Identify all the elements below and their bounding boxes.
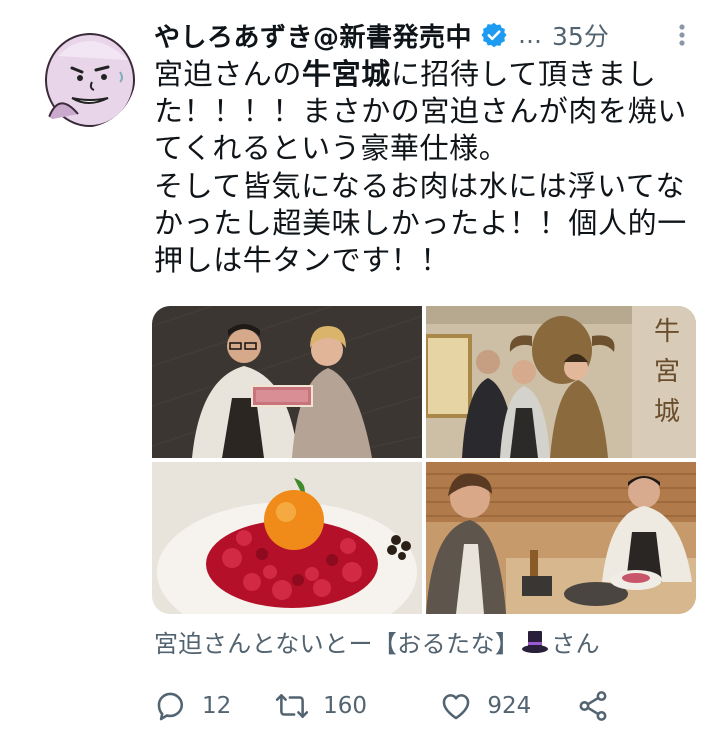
retweet-button[interactable]: 160 [275,689,439,723]
author-avatar[interactable] [28,20,136,128]
tweet-header: やしろあずき@新書発売中 … 35分 [154,12,694,58]
tweet-text-line: 押しは牛タンです！！ [154,243,451,278]
more-vertical-icon[interactable] [670,20,694,50]
svg-text:城: 城 [654,397,680,427]
tweet-text-line: かったし超美味しかったよ！！個人的一 [154,205,687,240]
tweet-text-line: 宮迫さんの牛宮城に招待して頂きまし [154,57,657,91]
user-handle[interactable]: … [518,21,542,49]
like-count: 924 [487,693,532,719]
action-bar: 12 160 924 [154,684,624,728]
reply-bubble-icon [157,692,184,721]
svg-text:牛: 牛 [654,317,680,347]
display-name[interactable]: やしろあずき@新書発売中 [154,17,472,54]
photo-2[interactable]: 牛 宮 城 [426,306,696,458]
heart-icon [443,694,470,720]
avatar-illustration [45,33,135,127]
photo-1[interactable] [152,306,422,458]
bold-keyword: 牛宮城 [302,57,391,91]
reply-button[interactable]: 12 [154,689,275,723]
retweet-icon [275,694,309,718]
photo-3[interactable] [152,462,422,614]
tagged-users-text: 宮迫さんとないとー【おるたな】 [154,630,520,658]
verified-badge-icon [480,21,508,49]
tweet-text-line: た！！！！まさかの宮迫さんが肉を焼い [154,94,687,129]
tweet-text: 宮迫さんの牛宮城に招待して頂きまし た！！！！まさかの宮迫さんが肉を焼い てくれ… [154,56,700,279]
retweet-count: 160 [323,693,367,719]
tagged-users-suffix: さん [551,630,601,658]
media-grid: 牛 宮 城 [152,306,696,614]
tweet-text-line: てくれるという豪華仕様。 [154,131,509,166]
photo-4[interactable] [426,462,696,614]
svg-text:宮: 宮 [654,357,680,387]
reply-count: 12 [202,693,232,719]
share-icon [579,691,607,721]
tagged-users-line[interactable]: 宮迫さんとないとー【おるたな】 さん [154,624,600,659]
like-button[interactable]: 924 [439,689,576,723]
top-hat-emoji-icon [521,629,549,655]
timestamp[interactable]: 35分 [552,17,609,53]
share-button[interactable] [576,689,624,723]
tweet-text-line: そして皆気になるお肉は水には浮いてな [154,168,686,203]
